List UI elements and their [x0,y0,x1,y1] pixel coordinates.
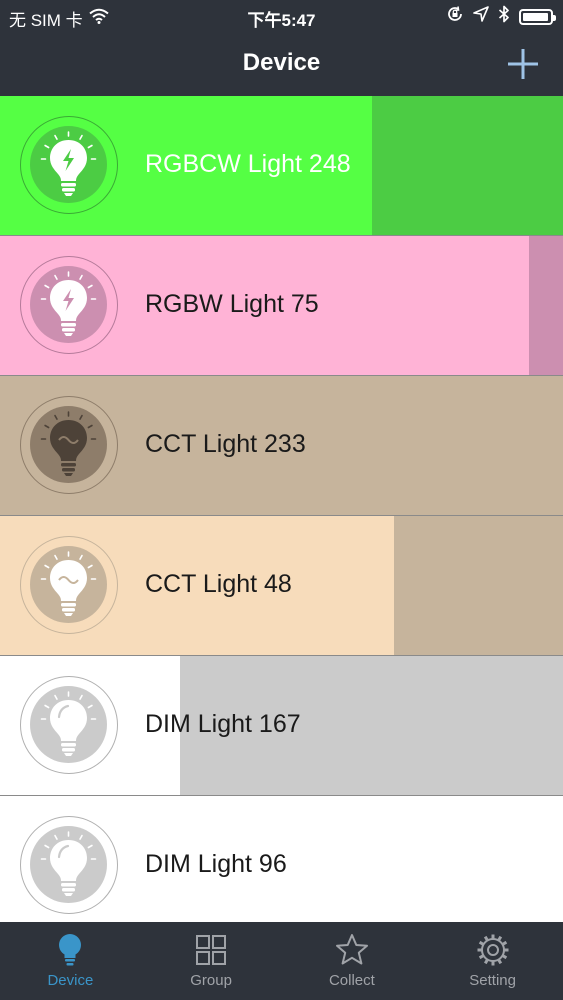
device-row[interactable]: RGBCW Light 248 [0,96,563,236]
tab-setting[interactable]: Setting [422,922,563,1000]
page-title: Device [242,49,321,76]
tab-device[interactable]: Device [0,922,141,1000]
star-icon [334,932,370,968]
device-list: RGBCW Light 248 RGBW Light 75 CCT Light 23… [0,96,563,922]
device-name: CCT Light 233 [145,430,306,458]
device-icon-ring[interactable] [20,116,118,214]
tab-label: Device [47,972,94,989]
device-row[interactable]: DIM Light 167 [0,656,563,796]
bulb-rgb-icon [30,266,107,343]
nav-bar: Device [0,32,563,96]
device-name: RGBW Light 75 [145,290,319,318]
tab-label: Setting [469,972,516,989]
tab-label: Group [190,972,232,989]
orientation-lock-icon [446,5,464,28]
device-name: CCT Light 48 [145,570,292,598]
tab-bar: Device Group Collect Setting [0,922,563,1000]
device-icon-ring[interactable] [20,676,118,774]
device-name: RGBCW Light 248 [145,150,351,178]
device-icon-ring[interactable] [20,536,118,634]
tab-label: Collect [328,972,375,989]
bulb-dim-icon [30,826,107,903]
grid-icon [193,932,229,968]
device-icon-ring[interactable] [20,816,118,914]
bluetooth-icon [498,5,510,28]
tab-group[interactable]: Group [141,922,282,1000]
gear-icon [475,932,511,968]
device-name: DIM Light 167 [145,710,301,738]
location-icon [473,6,489,27]
bulb-icon [52,932,88,968]
status-right [446,5,556,28]
device-row[interactable]: CCT Light 48 [0,516,563,656]
device-screen: 无 SIM 卡 下午5:47 Device RGBCW Light 248 RG… [0,0,563,1000]
device-name: DIM Light 96 [145,850,287,878]
device-row[interactable]: RGBW Light 75 [0,236,563,376]
battery-level [523,12,548,21]
tab-collect[interactable]: Collect [282,922,423,1000]
add-device-button[interactable] [505,46,541,82]
bulb-cct-icon [30,546,107,623]
bulb-rgb-icon [30,126,107,203]
device-icon-ring[interactable] [20,256,118,354]
device-row[interactable]: CCT Light 233 [0,376,563,516]
device-row[interactable]: DIM Light 96 [0,796,563,922]
battery-icon [519,8,556,25]
status-bar: 无 SIM 卡 下午5:47 [0,0,563,32]
plus-icon [508,49,538,79]
bulb-cct-icon [30,406,107,483]
bulb-dim-icon [30,686,107,763]
device-icon-ring[interactable] [20,396,118,494]
